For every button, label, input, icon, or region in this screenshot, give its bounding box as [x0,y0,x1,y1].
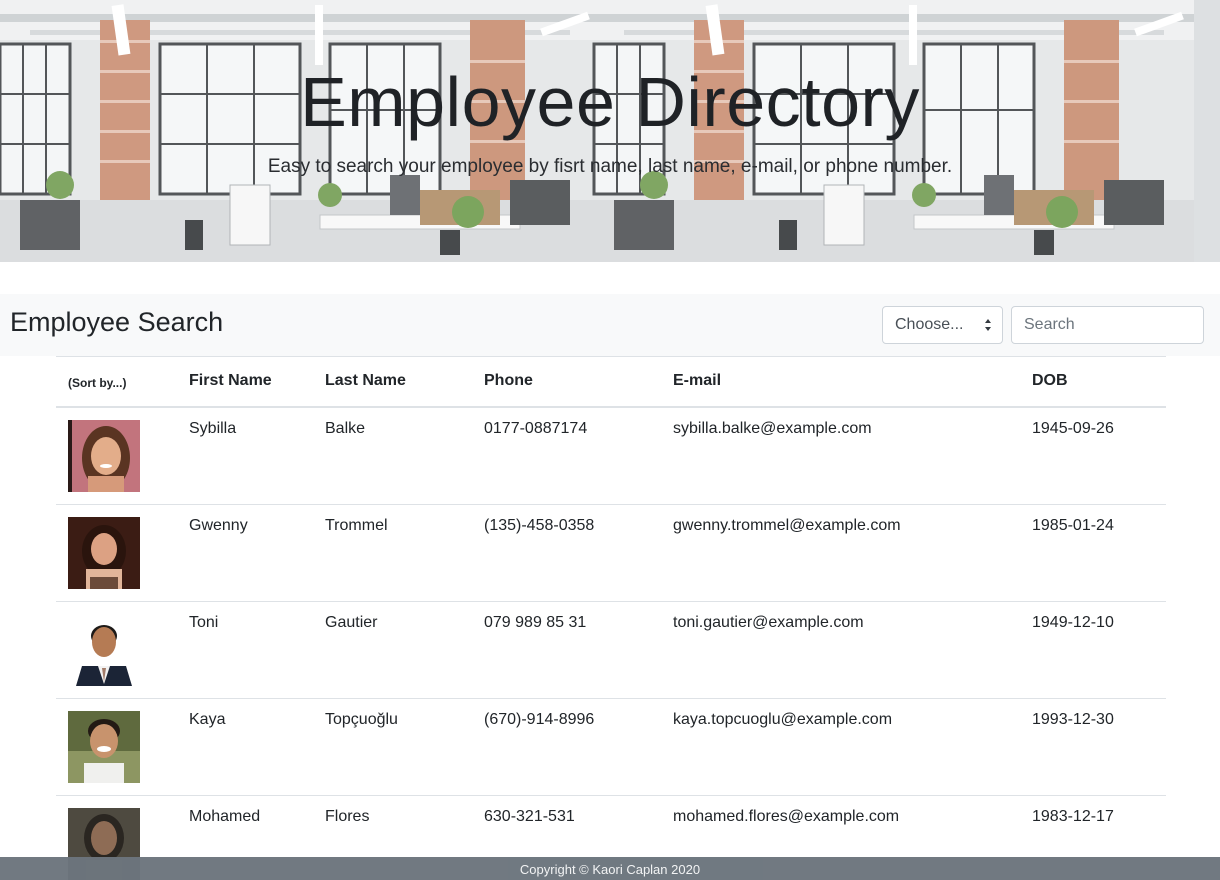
search-input[interactable] [1011,306,1204,344]
first-name-cell: Gwenny [177,503,313,601]
photo-cell [56,407,177,505]
photo-cell [56,697,177,795]
phone-cell: 0177-0887174 [484,419,588,437]
employee-table: (Sort by...) First Name Last Name Phone … [56,356,1166,880]
first-name-cell: Toni [177,600,313,698]
photo-cell [56,600,177,698]
table-row: Toni Gautier 079 989 85 31 toni.gautier@… [56,600,1166,698]
hero-banner: Employee Directory Easy to search your e… [0,0,1220,262]
first-name-cell: Kaya [177,697,313,795]
dob-cell: 1949-12-10 [1020,600,1166,698]
email-header[interactable]: E-mail [661,356,1020,408]
dob-cell: 1945-09-26 [1032,419,1114,437]
search-section-title: Employee Search [10,307,224,337]
table-row: Sybilla Balke 0177-0887174 sybilla.balke… [56,407,1166,505]
last-name-cell: Gautier [313,600,472,698]
dob-cell: 1985-01-24 [1020,503,1166,601]
table-header-row: (Sort by...) First Name Last Name Phone … [56,356,1166,408]
dob-header[interactable]: DOB [1020,356,1166,408]
phone-cell: (670)-914-8996 [472,697,661,795]
select-arrows-icon [985,319,991,331]
footer: Copyright © Kaori Caplan 2020 [0,857,1220,880]
phone-cell: 079 989 85 31 [472,600,661,698]
last-name-header[interactable]: Last Name [313,356,472,408]
avatar [68,710,140,783]
copyright-text: Copyright © Kaori Caplan 2020 [519,862,701,877]
last-name-cell: Topçuoğlu [313,697,472,795]
sort-select[interactable]: Choose... [882,306,1003,344]
first-name-cell: Sybilla [189,419,237,437]
page-title: Employee Directory [300,63,920,141]
email-cell: sybilla.balke@example.com [673,419,872,437]
avatar [68,419,140,492]
avatar [68,516,140,589]
employee-table-container: (Sort by...) First Name Last Name Phone … [56,356,1166,880]
email-cell: toni.gautier@example.com [661,600,1020,698]
sort-by-header[interactable]: (Sort by...) [56,356,177,408]
email-cell: gwenny.trommel@example.com [661,503,1020,601]
last-name-cell: Balke [325,419,366,437]
page-subtitle: Easy to search your employee by fisrt na… [267,156,953,177]
table-row: Kaya Topçuoğlu (670)-914-8996 kaya.topcu… [56,697,1166,795]
table-row: Gwenny Trommel (135)-458-0358 gwenny.tro… [56,503,1166,601]
phone-cell: (135)-458-0358 [472,503,661,601]
first-name-header[interactable]: First Name [177,356,313,408]
sort-select-value: Choose... [895,316,964,333]
photo-cell [56,503,177,601]
last-name-cell: Trommel [313,503,472,601]
avatar [68,613,140,686]
phone-header[interactable]: Phone [472,356,661,408]
email-cell: kaya.topcuoglu@example.com [661,697,1020,795]
dob-cell: 1993-12-30 [1020,697,1166,795]
search-bar: Employee Search Choose... [0,294,1220,356]
